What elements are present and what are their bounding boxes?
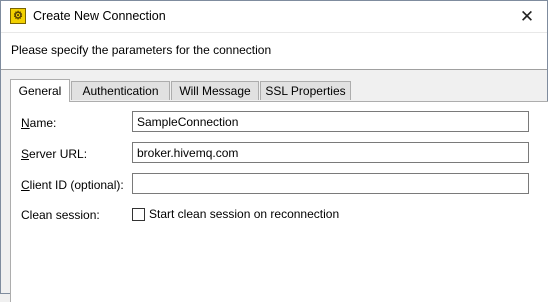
window-title: Create New Connection — [33, 9, 166, 23]
tab-authentication[interactable]: Authentication — [71, 81, 170, 100]
client-id-input[interactable] — [132, 173, 529, 194]
name-input[interactable] — [132, 111, 529, 132]
dialog-header: Please specify the parameters for the co… — [1, 32, 547, 70]
server-url-label: Server URL: — [21, 147, 88, 161]
header-separator — [1, 69, 547, 70]
clean-session-checkbox[interactable] — [132, 208, 145, 221]
general-tab-panel: Name: Server URL: Client ID (optional): … — [10, 101, 548, 302]
app-icon: ⚙ — [10, 8, 26, 24]
header-description: Please specify the parameters for the co… — [11, 43, 272, 57]
title-bar[interactable]: ⚙ Create New Connection ✕ — [1, 1, 547, 32]
client-id-label: Client ID (optional): — [21, 178, 124, 192]
dialog-window: ⚙ Create New Connection ✕ Please specify… — [0, 0, 548, 302]
server-url-input[interactable] — [132, 142, 529, 163]
tab-will-message[interactable]: Will Message — [171, 81, 259, 100]
tab-ssl-properties[interactable]: SSL Properties — [260, 81, 351, 100]
clean-session-checkbox-label[interactable]: Start clean session on reconnection — [149, 207, 339, 221]
close-button[interactable]: ✕ — [507, 1, 547, 32]
clean-session-label: Clean session: — [21, 208, 100, 222]
tab-general[interactable]: General — [10, 79, 70, 102]
name-label: Name: — [21, 116, 57, 130]
